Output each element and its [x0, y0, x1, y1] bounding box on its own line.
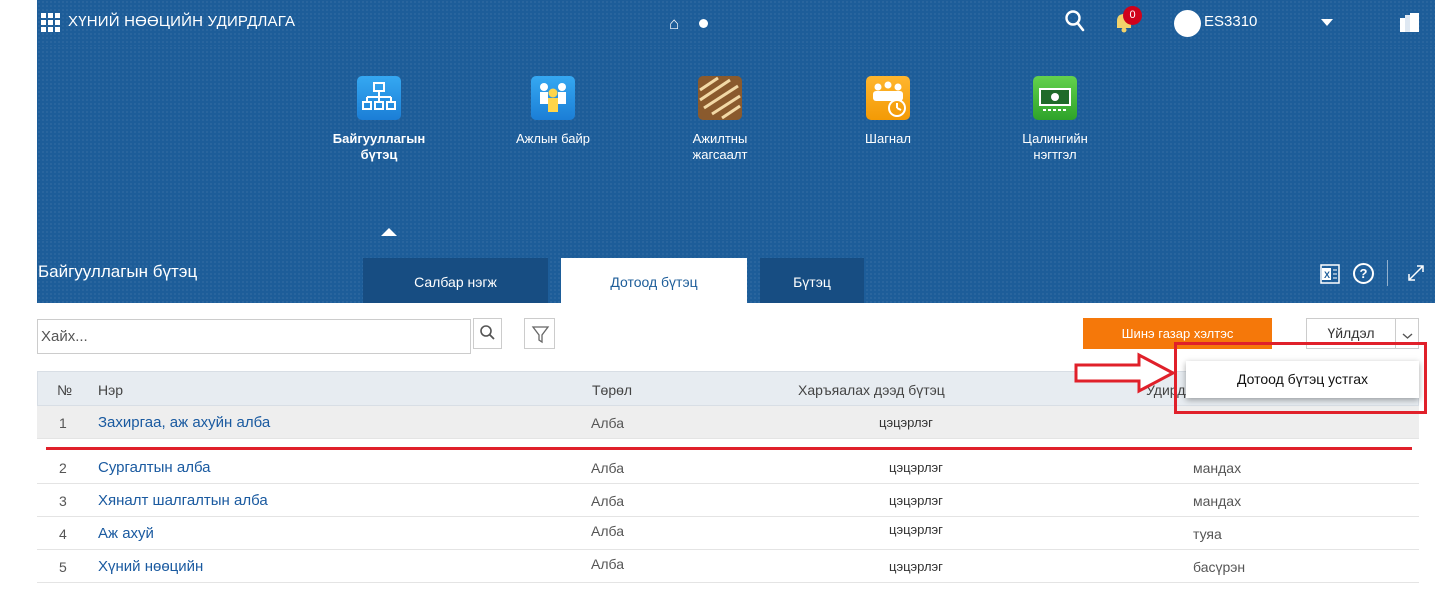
- search-input[interactable]: [41, 320, 461, 353]
- row-name-link[interactable]: Хүний нөөцийн: [98, 558, 203, 575]
- filter-button[interactable]: [524, 318, 555, 349]
- module-bar: Байгууллагын бүтэц Ажлын байр Ажилтны жа…: [37, 46, 1435, 240]
- top-bar: ХҮНИЙ НӨӨЦИЙН УДИРДЛАГА ⌂ 0 ES3310: [37, 0, 1435, 46]
- module-org-structure[interactable]: Байгууллагын бүтэц: [324, 76, 434, 163]
- row-number: 4: [59, 526, 67, 542]
- help-icon[interactable]: ?: [1353, 263, 1374, 284]
- excel-export-icon[interactable]: X: [1320, 264, 1340, 284]
- stack-icon[interactable]: [1398, 12, 1420, 34]
- row-type: Алба: [591, 523, 624, 539]
- row-type: Алба: [591, 460, 624, 476]
- search-icon: [480, 325, 495, 340]
- row-manager: мандах: [1193, 460, 1242, 476]
- row-manager: басүрэн: [1193, 559, 1246, 575]
- svg-text:X: X: [1324, 270, 1330, 280]
- module-label: Шагнал: [865, 131, 911, 146]
- row-number: 3: [59, 493, 67, 509]
- module-salary-summary[interactable]: Цалингийн нэгтгэл: [1000, 76, 1110, 163]
- active-module-indicator: [381, 228, 397, 236]
- panel-title: Байгууллагын бүтэц: [38, 262, 198, 281]
- row-parent: цэцэрлэг: [889, 522, 943, 537]
- action-button[interactable]: Үйлдэл: [1306, 318, 1396, 349]
- avatar[interactable]: [1174, 10, 1201, 37]
- column-header-number: №: [57, 382, 73, 398]
- row-name-link[interactable]: Сургалтын алба: [98, 459, 211, 476]
- row-type: Алба: [591, 415, 624, 431]
- column-header-type[interactable]: Төрөл: [592, 382, 632, 398]
- people-group-icon: [531, 76, 575, 120]
- chevron-down-icon[interactable]: [1321, 19, 1333, 26]
- user-name[interactable]: ES3310: [1204, 13, 1257, 30]
- filter-icon: [531, 326, 550, 344]
- row-parent: цэцэрлэг: [889, 559, 943, 574]
- panel-header: Байгууллагын бүтэц Салбар нэгж Дотоод бү…: [37, 240, 1435, 303]
- row-parent: цэцэрлэг: [879, 415, 933, 430]
- award-clock-icon: [866, 76, 910, 120]
- module-label: Байгууллагын бүтэц: [332, 131, 426, 162]
- tab-branch-units[interactable]: Салбар нэгж: [363, 258, 548, 303]
- content-area: Шинэ газар хэлтэс Үйлдэл № Нэр Төрөл Хар…: [37, 303, 1435, 606]
- column-header-parent[interactable]: Харъяалах дээд бүтэц: [798, 382, 945, 398]
- search-icon[interactable]: [1064, 9, 1086, 33]
- table-row[interactable]: 1 Захиргаа, аж ахуйн алба Алба цэцэрлэг: [37, 406, 1419, 439]
- new-department-button[interactable]: Шинэ газар хэлтэс: [1083, 318, 1272, 349]
- action-dropdown-toggle[interactable]: [1396, 318, 1419, 349]
- app-title: ХҮНИЙ НӨӨЦИЙН УДИРДЛАГА: [68, 13, 296, 30]
- row-number: 5: [59, 559, 67, 575]
- module-label: Цалингийн нэгтгэл: [1022, 131, 1088, 162]
- module-job-positions[interactable]: Ажлын байр: [498, 76, 608, 147]
- status-dot-icon[interactable]: [699, 19, 708, 28]
- tab-structure[interactable]: Бүтэц: [760, 258, 864, 303]
- row-name-link[interactable]: Захиргаа, аж ахуйн алба: [98, 414, 270, 431]
- dropdown-item-delete-internal-structure[interactable]: Дотоод бүтэц устгах: [1186, 361, 1419, 398]
- annotation-underline: [46, 447, 1412, 450]
- apps-grid-icon[interactable]: [41, 13, 60, 32]
- column-header-name[interactable]: Нэр: [98, 382, 123, 398]
- chevron-down-icon: [1402, 333, 1413, 339]
- header-divider: [1387, 260, 1388, 286]
- search-field[interactable]: [37, 319, 471, 354]
- org-chart-icon: [357, 76, 401, 120]
- expand-icon[interactable]: [1407, 264, 1425, 282]
- row-number: 2: [59, 460, 67, 476]
- row-parent: цэцэрлэг: [889, 493, 943, 508]
- left-margin: [0, 0, 37, 606]
- row-name-link[interactable]: Аж ахуй: [98, 525, 154, 542]
- table-row[interactable]: 3 Хяналт шалгалтын алба Алба цэцэрлэг ма…: [37, 484, 1419, 517]
- row-parent: цэцэрлэг: [889, 460, 943, 475]
- module-label: Ажилтны жагсаалт: [692, 131, 748, 162]
- row-number: 1: [59, 415, 67, 431]
- table-row[interactable]: 5 Хүний нөөцийн Алба цэцэрлэг басүрэн: [37, 550, 1419, 583]
- employee-list-icon: [698, 76, 742, 120]
- row-manager: мандах: [1193, 493, 1242, 509]
- row-name-link[interactable]: Хяналт шалгалтын алба: [98, 492, 268, 509]
- search-button[interactable]: [473, 318, 502, 349]
- row-type: Алба: [591, 493, 624, 509]
- tab-internal-structure[interactable]: Дотоод бүтэц: [561, 258, 747, 303]
- notification-badge: 0: [1123, 6, 1142, 25]
- module-label: Ажлын байр: [516, 131, 590, 146]
- module-awards[interactable]: Шагнал: [833, 76, 943, 147]
- module-employee-list[interactable]: Ажилтны жагсаалт: [665, 76, 775, 163]
- row-manager: туяа: [1193, 526, 1222, 542]
- home-icon[interactable]: ⌂: [669, 14, 679, 34]
- money-icon: [1033, 76, 1077, 120]
- table-row[interactable]: 2 Сургалтын алба Алба цэцэрлэг мандах: [37, 451, 1419, 484]
- app-window: ХҮНИЙ НӨӨЦИЙН УДИРДЛАГА ⌂ 0 ES3310 Байгу…: [37, 0, 1435, 606]
- row-type: Алба: [591, 556, 624, 572]
- table-row[interactable]: 4 Аж ахуй Алба цэцэрлэг туяа: [37, 517, 1419, 550]
